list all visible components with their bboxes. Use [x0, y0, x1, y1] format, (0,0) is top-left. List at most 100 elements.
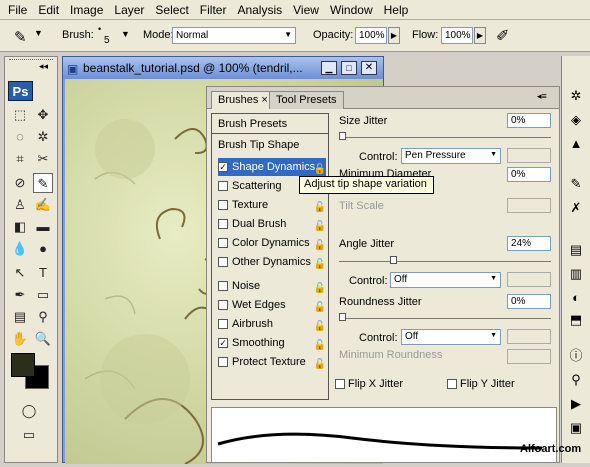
minimize-button[interactable]: ▁ — [321, 61, 337, 75]
collapse-arrows-icon[interactable]: ◂◂ — [39, 61, 48, 72]
eraser-icon[interactable]: ◧ — [10, 217, 30, 237]
menu-analysis[interactable]: Analysis — [237, 3, 282, 17]
lasso-icon[interactable]: ◌ — [10, 127, 30, 147]
lock-icon[interactable]: 🔓 — [314, 256, 326, 274]
menu-image[interactable]: Image — [70, 3, 103, 17]
move-icon[interactable]: ✥ — [33, 105, 53, 125]
quick-mask-icon[interactable]: ◯ — [19, 401, 39, 421]
info-panel-icon[interactable]: ▤ — [566, 240, 586, 260]
screen-mode-icon[interactable]: ▭ — [19, 425, 39, 445]
type-icon[interactable]: T — [33, 263, 53, 283]
lock-icon[interactable]: 🔓 — [314, 356, 326, 374]
roundness-jitter-input[interactable]: 0% — [507, 294, 551, 309]
option-checkbox[interactable] — [218, 300, 228, 310]
option-checkbox[interactable] — [218, 200, 228, 210]
flip-y-checkbox[interactable] — [447, 379, 457, 389]
menu-layer[interactable]: Layer — [114, 3, 144, 17]
dodge-icon[interactable]: ● — [33, 239, 53, 259]
layer-comps-icon[interactable]: ▣ — [566, 418, 586, 438]
brush-size[interactable]: 5 — [104, 35, 110, 46]
angle-jitter-knob[interactable] — [389, 256, 397, 264]
close-window-button[interactable]: ✕ — [361, 61, 377, 75]
layers-icon[interactable]: ◈ — [566, 110, 586, 130]
airbrush-icon[interactable]: ✐ — [496, 26, 509, 46]
roundness-jitter-knob[interactable] — [339, 313, 346, 321]
eyedropper-icon[interactable]: ⚲ — [33, 307, 53, 327]
minimum-diameter-input[interactable]: 0% — [507, 167, 551, 182]
opacity-slider-button[interactable]: ▶ — [388, 27, 400, 44]
option-checkbox[interactable]: ✓ — [218, 338, 228, 348]
option-color-dynamics[interactable]: Color Dynamics 🔓 — [218, 234, 326, 252]
size-jitter-slider[interactable] — [339, 137, 551, 138]
tab-brushes[interactable]: Brushes × — [211, 91, 275, 109]
opacity-input[interactable]: 100% — [355, 27, 387, 44]
marquee-icon[interactable]: ⬚ — [10, 105, 30, 125]
option-airbrush[interactable]: Airbrush 🔓 — [218, 315, 326, 333]
panel-menu-icon[interactable]: ◂≡ — [537, 91, 547, 102]
crop-icon[interactable]: ⌗ — [10, 149, 30, 169]
option-other-dynamics[interactable]: Other Dynamics 🔓 — [218, 253, 326, 271]
option-wet-edges[interactable]: Wet Edges 🔓 — [218, 296, 326, 314]
option-texture[interactable]: Texture 🔓 — [218, 196, 326, 214]
angle-jitter-slider[interactable] — [339, 261, 551, 262]
control-select-3[interactable]: Off — [401, 329, 501, 345]
option-protect-texture[interactable]: Protect Texture 🔓 — [218, 353, 326, 371]
clone-stamp-icon[interactable]: ♙ — [10, 195, 30, 215]
roundness-jitter-slider[interactable] — [339, 318, 551, 319]
tool-presets-icon[interactable]: ✗ — [566, 198, 586, 218]
animation-icon[interactable]: ▶ — [566, 394, 586, 414]
menu-view[interactable]: View — [293, 3, 319, 17]
tab-tool-presets[interactable]: Tool Presets — [269, 91, 344, 109]
option-checkbox[interactable] — [218, 181, 228, 191]
brush-tip-shape-item[interactable]: Brush Tip Shape — [218, 136, 326, 154]
control-select-1[interactable]: Pen Pressure — [401, 148, 501, 164]
history-brush-icon[interactable]: ✍ — [33, 195, 53, 215]
size-jitter-knob[interactable] — [339, 132, 346, 140]
histogram-icon[interactable]: ▲ — [566, 134, 586, 154]
tab-close-icon[interactable]: × — [261, 94, 267, 106]
option-checkbox[interactable] — [218, 257, 228, 267]
menu-filter[interactable]: Filter — [200, 3, 227, 17]
zoom-icon[interactable]: 🔍 — [33, 329, 53, 349]
menu-help[interactable]: Help — [384, 3, 409, 17]
option-noise[interactable]: Noise 🔓 — [218, 277, 326, 295]
flow-input[interactable]: 100% — [441, 27, 473, 44]
brush-tool-icon[interactable]: ✎ — [14, 28, 27, 46]
healing-brush-icon[interactable]: ⊘ — [10, 173, 30, 193]
pen-icon[interactable]: ✒ — [10, 285, 30, 305]
maximize-button[interactable]: □ — [341, 61, 357, 75]
option-checkbox[interactable] — [218, 238, 228, 248]
option-checkbox[interactable] — [218, 357, 228, 367]
history-icon[interactable]: ⚲ — [566, 370, 586, 390]
actions-icon[interactable]: ▥ — [566, 264, 586, 284]
menu-edit[interactable]: Edit — [38, 3, 59, 17]
flip-x-checkbox[interactable] — [335, 379, 345, 389]
menu-select[interactable]: Select — [155, 3, 188, 17]
hand-icon[interactable]: ✋ — [10, 329, 30, 349]
paths-icon[interactable]: ⬒ — [566, 310, 586, 330]
notes-icon[interactable]: ▤ — [10, 307, 30, 327]
control-select-2[interactable]: Off — [390, 272, 501, 288]
path-selection-icon[interactable]: ↖ — [10, 263, 30, 283]
angle-jitter-input[interactable]: 24% — [507, 236, 551, 251]
brushes-dock-icon[interactable]: ✎ — [566, 174, 586, 194]
brush-icon[interactable]: ✎ — [33, 173, 53, 193]
shape-icon[interactable]: ▭ — [33, 285, 53, 305]
gradient-icon[interactable]: ▬ — [33, 217, 53, 237]
swatches-icon[interactable]: ◐ — [566, 288, 586, 308]
blur-icon[interactable]: 💧 — [10, 239, 30, 259]
magic-wand-icon[interactable]: ✲ — [33, 127, 53, 147]
info-icon[interactable]: ⓘ — [566, 346, 586, 366]
navigator-icon[interactable]: ✲ — [566, 86, 586, 106]
ps-logo[interactable]: Ps — [8, 81, 33, 101]
menu-file[interactable]: File — [8, 3, 27, 17]
option-checkbox[interactable] — [218, 319, 228, 329]
size-jitter-input[interactable]: 0% — [507, 113, 551, 128]
option-dual-brush[interactable]: Dual Brush 🔓 — [218, 215, 326, 233]
option-checkbox[interactable] — [218, 219, 228, 229]
brush-presets-item[interactable]: Brush Presets — [212, 114, 328, 134]
slice-icon[interactable]: ✂ — [33, 149, 53, 169]
option-smoothing[interactable]: ✓ Smoothing 🔓 — [218, 334, 326, 352]
menu-window[interactable]: Window — [330, 3, 373, 17]
option-checkbox[interactable]: ✓ — [218, 162, 228, 172]
